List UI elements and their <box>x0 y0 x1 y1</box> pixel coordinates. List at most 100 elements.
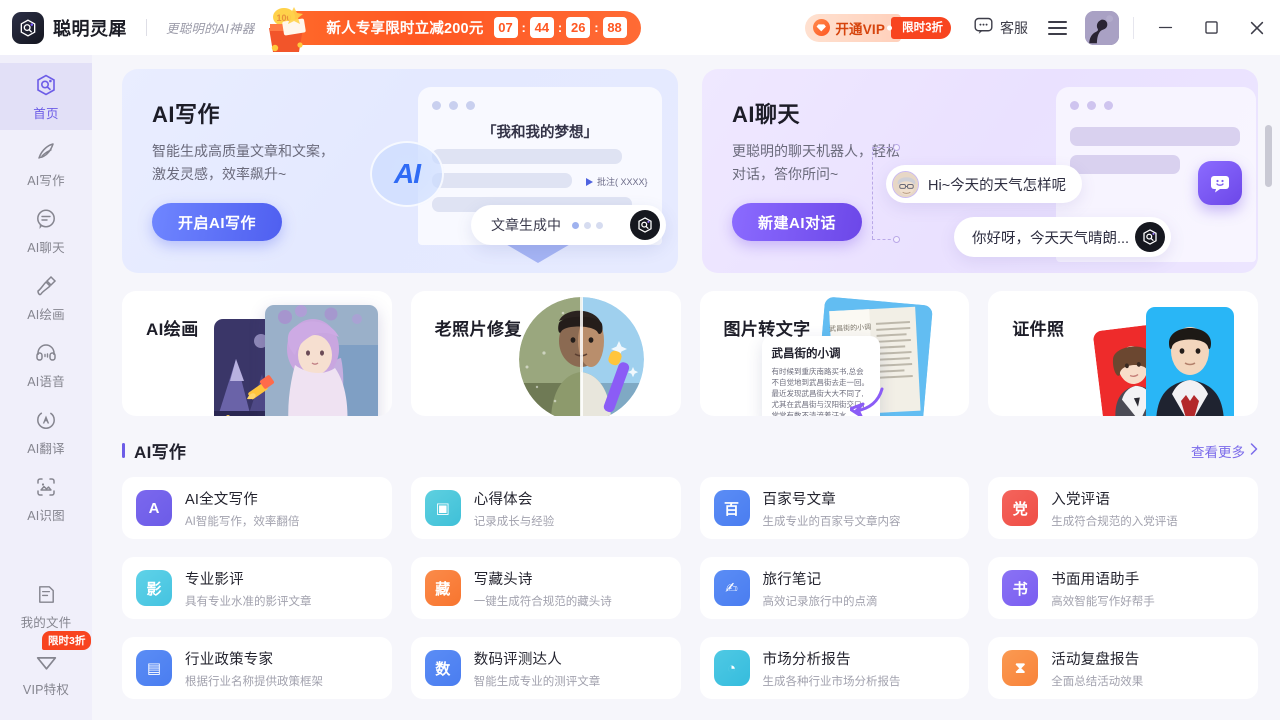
tool-tile[interactable]: 影专业影评 具有专业水准的影评文章 <box>122 557 392 619</box>
banner-ai-chat[interactable]: AI聊天 更聪明的聊天机器人，轻松 对话，答你所问~ 新建AI对话 Hi~今天的… <box>702 69 1258 273</box>
view-more-link[interactable]: 查看更多 <box>1191 441 1258 461</box>
timer-seconds: 26 <box>566 17 591 38</box>
sidebar-item-vip[interactable]: 限时3折 VIP特权 <box>0 631 92 706</box>
support-label: 客服 <box>1000 19 1028 36</box>
tool-name: AI全文写作 <box>185 491 258 508</box>
vip-discount-tag: 限时3折 <box>887 16 951 39</box>
tool-icon: 党 <box>1002 490 1039 526</box>
tool-icon: 百 <box>713 490 750 526</box>
menu-line <box>1048 20 1067 23</box>
feature-card-ai-drawing[interactable]: AI绘画 <box>122 291 392 416</box>
tool-text: AI全文写作 AI智能写作，效率翻倍 <box>185 488 299 529</box>
vip-diamond-icon <box>33 648 59 674</box>
chat-bubble-user: Hi~今天的天气怎样呢 <box>886 165 1083 203</box>
vip-upgrade-button[interactable]: 开通VIP 限时3折 <box>805 13 951 42</box>
brush-icon <box>33 273 59 299</box>
sidebar-item-image-recognition[interactable]: AI识图 <box>0 465 92 532</box>
tool-name: 数码评测达人 <box>473 651 562 668</box>
brand-divider <box>146 19 147 36</box>
app-logo-round-icon <box>630 210 660 240</box>
tool-icon: 藏 <box>424 570 461 606</box>
menu-button[interactable] <box>1048 20 1067 35</box>
sidebar-label: AI翻译 <box>27 442 65 456</box>
tool-tile[interactable]: 藏写藏头诗 一键生成符合规范的藏头诗 <box>410 557 681 619</box>
tool-tile[interactable]: 书书面用语助手 高效智能写作好帮手 <box>988 557 1258 619</box>
promo-text: 新人专享限时立减200元 <box>326 21 484 37</box>
sidebar-item-my-files[interactable]: 我的文件 <box>0 572 92 639</box>
titlebar-divider <box>1133 16 1134 39</box>
tool-text: 书面用语助手 高效智能写作好帮手 <box>1051 568 1155 609</box>
tool-text: 行业政策专家 根据行业名称提供政策框架 <box>185 648 323 689</box>
tool-tile[interactable]: 百百家号文章 生成专业的百家号文章内容 <box>699 477 970 539</box>
tool-name: 入党评语 <box>1051 491 1111 508</box>
connector-node <box>893 144 900 151</box>
timer-hours: 07 <box>493 17 518 38</box>
tool-text: 旅行笔记 高效记录旅行中的点滴 <box>763 568 878 609</box>
tool-tile[interactable]: ▣ 心得体会 记录成长与经验 <box>410 477 681 539</box>
tool-name: 活动复盘报告 <box>1051 651 1140 668</box>
sidebar-item-translate[interactable]: AI翻译 <box>0 398 92 465</box>
sidebar-item-writing[interactable]: AI写作 <box>0 130 92 197</box>
customer-support-button[interactable]: 客服 <box>973 15 1028 41</box>
content-scrollbar-track[interactable] <box>1265 55 1276 720</box>
banner-chat-art: Hi~今天的天气怎样呢 你好呀，今天天气晴朗... <box>872 69 1258 273</box>
vip-label: 开通VIP <box>835 21 886 37</box>
tool-tile[interactable]: ◔ 市场分析报告 生成各种行业市场分析报告 <box>699 637 970 699</box>
window-maximize-button[interactable] <box>1188 0 1234 55</box>
tool-text: 活动复盘报告 全面总结活动效果 <box>1051 648 1143 689</box>
mock-window-dots <box>1070 101 1113 110</box>
vip-tag-text: 限时3折 <box>902 21 943 34</box>
sidebar-item-chat[interactable]: AI聊天 <box>0 197 92 264</box>
feature-card-image-to-text[interactable]: 图片转文字 武昌街的小调 武昌街的小调 有时候到重庆南路买书,总会不自觉地到武昌… <box>699 291 970 416</box>
tool-text: 写藏头诗 一键生成符合规范的藏头诗 <box>474 568 612 609</box>
window-minimize-button[interactable] <box>1142 0 1188 55</box>
user-avatar[interactable] <box>1085 10 1119 45</box>
chat-bubble-bot: 你好呀，今天天气晴朗... <box>954 217 1172 257</box>
promo-banner[interactable]: 100 新人专享限时立减200元 07 : 44 : 26 : 88 <box>269 6 641 52</box>
tool-icon: ✍ <box>713 570 750 606</box>
content-scrollbar-thumb[interactable] <box>1265 125 1272 187</box>
tool-tile[interactable]: ⧗ 活动复盘报告 全面总结活动效果 <box>988 637 1258 699</box>
mock-doc-title: 「我和我的梦想」 <box>482 125 598 141</box>
feature-card-id-photo[interactable]: 证件照 <box>988 291 1258 416</box>
brand-slogan: 更聪明的AI神器 <box>166 22 255 36</box>
mock-annotation-text: 批注( XXXX} <box>597 177 648 187</box>
feature-card-photo-restore[interactable]: 老照片修复 <box>410 291 681 416</box>
banner-ai-writing[interactable]: AI写作 智能生成高质量文章和文案， 激发灵感，效率飙升~ 开启AI写作 「我和… <box>122 69 678 273</box>
tool-grid: A AI全文写作 AI智能写作，效率翻倍 ▣ 心得体会 记录成长与经验 百百家号文章 生成专业… <box>122 477 1258 699</box>
window-close-button[interactable] <box>1234 0 1280 55</box>
generation-status-text: 文章生成中 <box>491 217 561 233</box>
mock-chat-line <box>1070 155 1180 174</box>
new-ai-chat-button[interactable]: 新建AI对话 <box>732 203 863 241</box>
tool-tile[interactable]: 党入党评语生成符合规范的入党评语 <box>988 477 1258 539</box>
vip-limited-badge: 限时3折 <box>42 631 92 650</box>
tool-name: 写藏头诗 <box>473 571 533 588</box>
tool-text: 专业影评 具有专业水准的影评文章 <box>185 568 312 609</box>
chevron-right-icon <box>1250 443 1258 458</box>
tool-tile[interactable]: 数数码评测达人 智能生成专业的测评文章 <box>410 637 681 699</box>
sidebar-item-home[interactable]: 首页 <box>0 63 92 130</box>
file-icon <box>33 581 59 607</box>
brand-name: 聪明灵犀 <box>53 18 127 39</box>
loading-dots-icon <box>572 221 603 229</box>
banner-desc-line2: 激发灵感，效率飙升~ <box>152 166 287 182</box>
translate-circle-icon <box>33 407 59 433</box>
tool-text: 市场分析报告 生成各种行业市场分析报告 <box>763 648 901 689</box>
tool-tile[interactable]: ✍ 旅行笔记 高效记录旅行中的点滴 <box>699 557 970 619</box>
sidebar-label: AI识图 <box>27 509 65 523</box>
timer-sep-2: : <box>557 20 563 35</box>
tool-tile[interactable]: A AI全文写作 AI智能写作，效率翻倍 <box>122 477 392 539</box>
sidebar-item-drawing[interactable]: AI绘画 <box>0 264 92 331</box>
sidebar-item-voice[interactable]: AI语音 <box>0 331 92 398</box>
ocr-doc-title: 武昌街的小调 <box>771 348 841 360</box>
gift-box-icon: 100 <box>262 2 326 54</box>
tool-desc: 记录成长与经验 <box>473 515 555 528</box>
tool-desc: 生成符合规范的入党评语 <box>1051 515 1178 528</box>
dashed-connector <box>872 147 873 239</box>
tool-desc: 根据行业名称提供政策框架 <box>185 675 323 688</box>
vip-dot <box>887 25 893 30</box>
tool-desc: 高效记录旅行中的点滴 <box>762 595 878 608</box>
tool-tile[interactable]: ▤ 行业政策专家 根据行业名称提供政策框架 <box>122 637 392 699</box>
start-ai-writing-button[interactable]: 开启AI写作 <box>152 203 283 241</box>
menu-line <box>1048 26 1067 29</box>
